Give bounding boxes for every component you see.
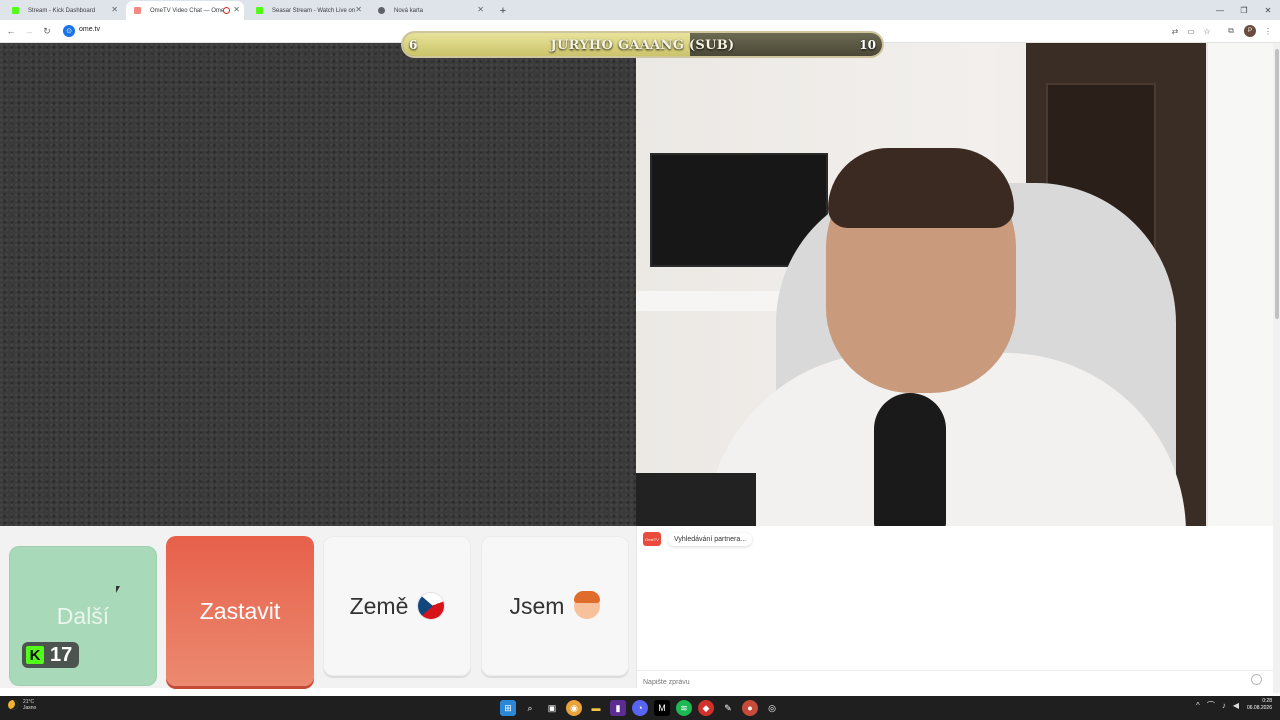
bookmark-star-icon[interactable]: ☆: [1201, 25, 1213, 37]
mouse-cursor-icon: [116, 586, 120, 593]
restore-icon[interactable]: ❐: [1232, 0, 1256, 20]
weather-widget[interactable]: 21°C Jasno: [8, 699, 36, 711]
recording-icon: [223, 7, 230, 14]
partner-video-static: [0, 43, 636, 526]
chat-message-input[interactable]: [637, 674, 1237, 691]
obs-icon[interactable]: ●: [742, 700, 758, 716]
next-label: Další: [56, 602, 110, 629]
red-app-icon[interactable]: ◆: [698, 700, 714, 716]
extensions-icon[interactable]: ⧉: [1225, 25, 1237, 37]
microphone: [874, 393, 946, 526]
system-tray: ^ ⌒ ♪ ◀ 0:28 06.08.2026: [1189, 698, 1272, 712]
back-arrow-icon[interactable]: ←: [4, 24, 18, 38]
task-view-icon[interactable]: ▣: [544, 700, 560, 716]
gender-selector[interactable]: Jsem: [481, 536, 629, 676]
scrollbar-thumb[interactable]: [1275, 49, 1279, 319]
stop-button[interactable]: Zastavit: [166, 536, 314, 686]
tab-new[interactable]: Nová karta ✕: [370, 1, 488, 20]
reload-icon[interactable]: ↻: [40, 24, 54, 38]
kick-logo-icon: K: [26, 646, 44, 664]
browser-tab-strip: Stream - Kick Dashboard ✕ OmeTV Video Ch…: [0, 0, 1280, 20]
close-tab-icon[interactable]: ✕: [111, 5, 118, 14]
windows-start-icon[interactable]: ⊞: [500, 700, 516, 716]
chrome-icon: [378, 7, 385, 14]
mic-icon[interactable]: ♪: [1222, 701, 1226, 710]
tab-title: Nová karta: [394, 7, 424, 14]
tab-title: OmeTV Video Chat — Ome: [150, 7, 225, 14]
minimize-icon[interactable]: —: [1208, 0, 1232, 20]
twitch-icon[interactable]: ▮: [610, 700, 626, 716]
date: 06.08.2026: [1246, 705, 1272, 711]
window-controls: — ❐ ✕: [1208, 0, 1280, 20]
sub-goal-bar: 6 JURYHO GAAANG (SUB) 10: [401, 31, 884, 58]
boy-emoji-icon: [574, 591, 601, 619]
kick-viewer-count: 17: [50, 643, 73, 666]
notion-icon[interactable]: M: [654, 700, 670, 716]
close-tab-icon[interactable]: ✕: [355, 5, 362, 14]
windows-taskbar: 21°C Jasno ⊞ ⌕ ▣ ◉ ▬ ▮ ◔ M ≋ ◆ ✎ ● ◎ ^ ⌒…: [0, 696, 1280, 720]
kick-favicon-icon: [12, 7, 19, 14]
discord-icon[interactable]: ◔: [632, 700, 648, 716]
chrome-icon[interactable]: ◉: [566, 700, 582, 716]
menu-kebab-icon[interactable]: ⋮: [1262, 25, 1274, 37]
translate-icon[interactable]: ⇄: [1169, 25, 1181, 37]
close-tab-icon[interactable]: ✕: [233, 5, 240, 14]
control-panel: Další K 17 Zastavit Země Jsem: [0, 526, 636, 688]
stop-label: Zastavit: [199, 597, 281, 624]
gender-label: Jsem: [509, 592, 565, 619]
tab-seasar-stream[interactable]: Seasar Stream - Watch Live on ✕: [248, 1, 366, 20]
emoji-picker-icon[interactable]: [1251, 674, 1262, 685]
spotify-icon[interactable]: ≋: [676, 700, 692, 716]
address-bar[interactable]: ome.tv: [79, 26, 100, 33]
recorder-icon[interactable]: ◎: [764, 700, 780, 716]
close-tab-icon[interactable]: ✕: [477, 5, 484, 14]
forward-arrow-icon[interactable]: →: [22, 24, 36, 38]
site-info-icon[interactable]: ⊙: [63, 25, 75, 37]
self-webcam-video: [636, 43, 1273, 526]
search-icon[interactable]: ⌕: [522, 700, 538, 716]
taskbar-apps: ⊞ ⌕ ▣ ◉ ▬ ▮ ◔ M ≋ ◆ ✎ ● ◎: [500, 700, 786, 716]
czech-flag-icon: [418, 593, 445, 619]
tray-expand-icon[interactable]: ^: [1196, 701, 1200, 710]
chat-status-message: Vyhledávání partnera...: [668, 533, 753, 546]
tab-title: Stream - Kick Dashboard: [28, 7, 96, 14]
tab-ometv[interactable]: OmeTV Video Chat — Ome ✕: [126, 1, 244, 20]
clock[interactable]: 0:28 06.08.2026: [1247, 698, 1272, 712]
profile-avatar[interactable]: P: [1244, 25, 1256, 37]
kick-viewer-badge: K 17: [22, 642, 79, 668]
sub-goal-title: JURYHO GAAANG (SUB): [550, 38, 735, 53]
close-window-icon[interactable]: ✕: [1256, 0, 1280, 20]
pen-app-icon[interactable]: ✎: [720, 700, 736, 716]
chat-panel: OmeTV Vyhledávání partnera...: [636, 526, 1274, 691]
volume-icon[interactable]: ◀: [1233, 701, 1239, 710]
cast-icon[interactable]: ▭: [1185, 25, 1197, 37]
tab-title: Seasar Stream - Watch Live on: [272, 7, 356, 14]
chat-input-area: [637, 670, 1274, 691]
ometv-favicon-icon: [134, 7, 141, 14]
file-explorer-icon[interactable]: ▬: [588, 700, 604, 716]
next-button[interactable]: Další K 17: [9, 546, 157, 686]
kick-favicon-icon: [256, 7, 263, 14]
tab-kick-dashboard[interactable]: Stream - Kick Dashboard ✕: [4, 1, 122, 20]
time: 0:28: [1262, 698, 1272, 704]
weather-condition: Jasno: [23, 705, 37, 711]
ometv-logo: OmeTV: [643, 532, 661, 546]
sub-goal-target: 10: [859, 38, 876, 52]
country-selector[interactable]: Země: [323, 536, 471, 676]
network-icon[interactable]: ⌒: [1207, 700, 1215, 711]
new-tab-button[interactable]: +: [494, 1, 512, 20]
country-label: Země: [349, 592, 409, 619]
moon-icon: [8, 700, 18, 710]
